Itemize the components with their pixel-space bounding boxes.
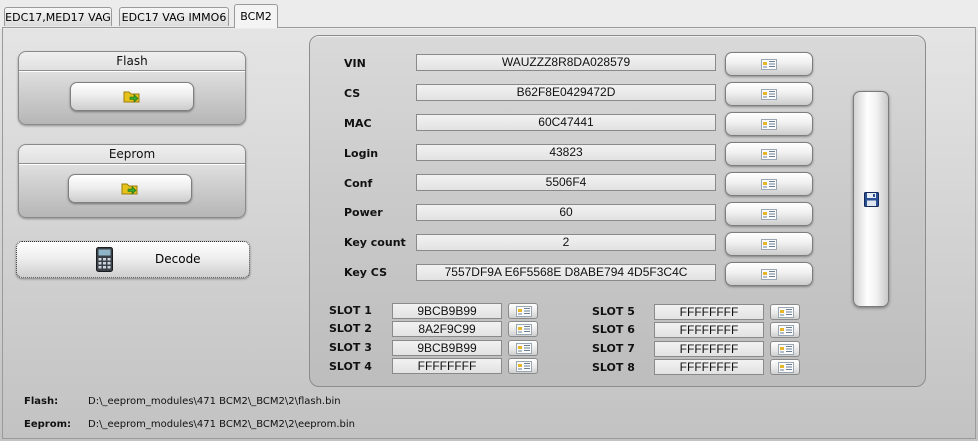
slot-8-edit-button[interactable] [770,359,800,375]
key-count-edit-button[interactable] [725,232,813,256]
eeprom-path-label: Eeprom: [24,419,71,430]
slot-4-edit-button[interactable] [508,358,538,374]
edit-list-icon [761,59,777,70]
vin-field[interactable]: WAUZZZ8R8DA028579 [416,54,716,71]
folder-load-icon [123,91,140,103]
slot-1-field[interactable]: 9BCB9B99 [392,303,502,319]
key-cs-field[interactable]: 7557DF9A E6F5568E D8ABE794 4D5F3C4C [416,264,716,281]
slot-1-edit-button[interactable] [508,303,538,319]
slot-5-label: SLOT 5 [592,305,635,318]
eeprom-group: Eeprom [18,144,246,218]
eeprom-group-title: Eeprom [19,145,245,164]
edit-list-icon [778,325,794,336]
slot-4-field[interactable]: FFFFFFFF [392,358,502,374]
flash-load-button[interactable] [70,82,194,111]
key-cs-label: Key CS [344,266,387,279]
slot-7-field[interactable]: FFFFFFFF [654,341,764,357]
vin-label: VIN [344,57,366,70]
slot-8-label: SLOT 8 [592,361,635,374]
edit-list-icon [761,209,777,220]
edit-list-icon [761,149,777,160]
conf-label: Conf [344,177,373,190]
tab-bcm2[interactable]: BCM2 [234,4,278,28]
slot-7-edit-button[interactable] [770,341,800,357]
edit-list-icon [778,362,794,373]
slot-2-field[interactable]: 8A2F9C99 [392,321,502,337]
slot-7-label: SLOT 7 [592,342,635,355]
edit-list-icon [761,119,777,130]
tab-edc17-vag-immo6[interactable]: EDC17 VAG IMMO6 [119,7,229,26]
conf-field[interactable]: 5506F4 [416,174,716,191]
edit-list-icon [778,307,794,318]
save-button[interactable] [853,91,889,307]
calculator-icon [96,247,113,272]
decode-button-label: Decode [155,252,201,266]
slot-3-edit-button[interactable] [508,340,538,356]
key-count-label: Key count [344,236,406,249]
edit-list-icon [761,179,777,190]
edit-list-icon [516,361,532,372]
login-edit-button[interactable] [725,142,813,166]
cs-edit-button[interactable] [725,82,813,106]
power-field[interactable]: 60 [416,204,716,221]
flash-group: Flash [18,51,246,125]
slot-6-label: SLOT 6 [592,323,635,336]
slot-1-label: SLOT 1 [329,304,372,317]
power-label: Power [344,206,383,219]
floppy-disk-icon [864,192,879,207]
edit-list-icon [516,343,532,354]
eeprom-path-value: D:\_eeprom_modules\471 BCM2\_BCM2\2\eepr… [88,419,355,430]
eeprom-load-button[interactable] [68,174,192,203]
vin-edit-button[interactable] [725,52,813,76]
edit-list-icon [516,306,532,317]
edit-list-icon [778,344,794,355]
slot-3-label: SLOT 3 [329,341,372,354]
slot-2-edit-button[interactable] [508,321,538,337]
login-label: Login [344,147,379,160]
mac-field[interactable]: 60C47441 [416,114,716,131]
key-count-field[interactable]: 2 [416,234,716,251]
flash-path-label: Flash: [24,396,59,407]
slot-5-field[interactable]: FFFFFFFF [654,304,764,320]
slot-6-edit-button[interactable] [770,322,800,338]
slot-8-field[interactable]: FFFFFFFF [654,359,764,375]
edit-list-icon [761,239,777,250]
slot-5-edit-button[interactable] [770,304,800,320]
decode-button[interactable]: Decode [16,241,250,278]
power-edit-button[interactable] [725,202,813,226]
slot-3-field[interactable]: 9BCB9B99 [392,340,502,356]
edit-list-icon [516,324,532,335]
flash-group-title: Flash [19,52,245,71]
login-field[interactable]: 43823 [416,144,716,161]
edit-list-icon [761,269,777,280]
folder-load-icon [121,183,138,195]
slot-4-label: SLOT 4 [329,360,372,373]
conf-edit-button[interactable] [725,172,813,196]
slot-2-label: SLOT 2 [329,322,372,335]
cs-field[interactable]: B62F8E0429472D [416,84,716,101]
edit-list-icon [761,89,777,100]
mac-edit-button[interactable] [725,112,813,136]
cs-label: CS [344,87,361,100]
tab-bar: EDC17,MED17 VAG EDC17 VAG IMMO6 BCM2 [0,0,978,29]
slot-6-field[interactable]: FFFFFFFF [654,322,764,338]
flash-path-value: D:\_eeprom_modules\471 BCM2\_BCM2\2\flas… [88,396,341,407]
mac-label: MAC [344,117,372,130]
key-cs-edit-button[interactable] [725,262,813,286]
tab-edc17-med17-vag[interactable]: EDC17,MED17 VAG [4,7,112,26]
